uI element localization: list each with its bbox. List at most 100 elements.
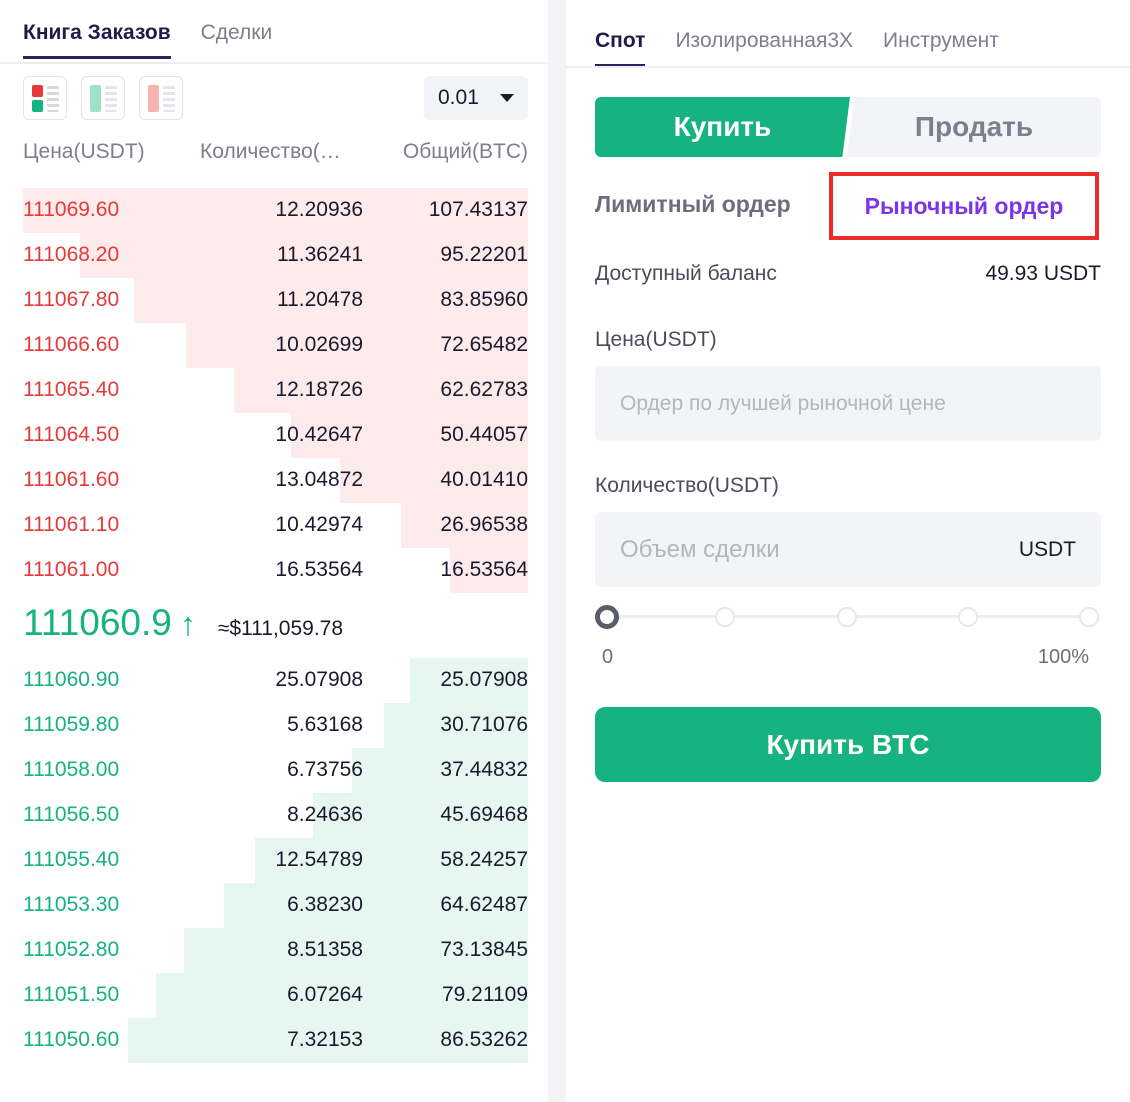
tab-trades[interactable]: Сделки [201,18,273,62]
row-price: 111056.50 [23,803,120,826]
slider-step-75[interactable] [958,607,978,627]
available-balance: Доступный баланс 49.93 USDT [595,262,1101,286]
order-type-selector: Лимитный ордер Рыночный ордер [595,172,1101,240]
row-price: 111055.40 [23,848,120,871]
row-quantity: 12.54789 [275,848,363,871]
order-book-row[interactable]: 111066.60 10.02699 72.65482 [23,323,528,368]
row-total: 16.53564 [440,558,528,581]
order-book-row[interactable]: 111055.40 12.54789 58.24257 [23,838,528,883]
balance-value: 49.93 USDT [985,262,1101,285]
slider-step-25[interactable] [715,607,735,627]
order-book-row[interactable]: 111068.20 11.36241 95.22201 [23,233,528,278]
slider-step-100[interactable] [1079,607,1099,627]
row-total: 95.22201 [440,243,528,266]
trade-mode-tabs: Спот Изолированная3X Инструмент [595,26,999,67]
column-header-total: Общий(BTC) [402,140,528,163]
tab-spot[interactable]: Спот [595,26,646,67]
row-total: 50.44057 [440,423,528,446]
order-book-row[interactable]: 111060.90 25.07908 25.07908 [23,658,528,703]
market-order-tab[interactable]: Рыночный ордер [829,172,1099,240]
order-book-row[interactable]: 111064.50 10.42647 50.44057 [23,413,528,458]
last-price-usd: ≈$111,059.78 [217,617,344,640]
quantity-label: Количество(USDT) [595,474,779,497]
orderbook-asks-icon[interactable] [139,76,183,120]
row-quantity: 6.38230 [287,893,363,916]
row-total: 79.21109 [441,983,528,1006]
row-price: 111059.80 [23,713,120,736]
row-price: 111065.40 [23,378,120,401]
divider [566,66,1130,68]
slider-step-50[interactable] [837,607,857,627]
buy-tab[interactable]: Купить [595,97,850,157]
quantity-input[interactable]: Объем сделки USDT [595,512,1101,587]
row-quantity: 10.42974 [275,513,363,536]
buy-btc-button[interactable]: Купить BTC [595,707,1101,782]
trade-panel: Спот Изолированная3X Инструмент Купить П… [566,0,1130,1102]
buy-sell-switch: Купить Продать [595,97,1101,157]
row-total: 64.62487 [440,893,528,916]
row-total: 58.24257 [440,848,528,871]
order-book-row[interactable]: 111050.60 7.32153 86.53262 [23,1018,528,1063]
row-total: 86.53262 [440,1028,528,1051]
limit-order-tab[interactable]: Лимитный ордер [595,191,791,218]
order-book-tabs: Книга Заказов Сделки [23,18,272,62]
row-total: 62.62783 [440,378,528,401]
order-book-row[interactable]: 111052.80 8.51358 73.13845 [23,928,528,973]
row-price: 111064.50 [23,423,120,446]
slider-handle[interactable] [595,605,619,629]
row-quantity: 6.73756 [287,758,363,781]
row-quantity: 16.53564 [275,558,363,581]
order-book-row[interactable]: 111061.10 10.42974 26.96538 [23,503,528,548]
row-total: 37.44832 [440,758,528,781]
order-book-row[interactable]: 111053.30 6.38230 64.62487 [23,883,528,928]
row-price: 111060.90 [23,668,120,691]
order-book-row[interactable]: 111067.80 11.20478 83.85960 [23,278,528,323]
column-header-price: Цена(USDT) [23,140,145,163]
asks-list: 111069.60 12.20936 107.43137 111068.20 11.36… [23,188,528,593]
order-book-row[interactable]: 111069.60 12.20936 107.43137 [23,188,528,233]
order-book-panel: Книга Заказов Сделки 0.01 Цена(USDT) Кол… [0,0,548,1102]
orderbook-both-icon[interactable] [23,76,67,120]
order-book-row[interactable]: 111061.00 16.53564 16.53564 [23,548,528,593]
row-quantity: 10.02699 [275,333,363,356]
row-total: 83.85960 [440,288,528,311]
row-price: 111068.20 [23,243,120,266]
precision-select[interactable]: 0.01 [424,76,528,120]
order-book-row[interactable]: 111051.50 6.07264 79.21109 [23,973,528,1018]
order-book-row[interactable]: 111059.80 5.63168 30.71076 [23,703,528,748]
quantity-unit: USDT [1018,537,1076,561]
row-price: 111052.80 [23,938,120,961]
order-book-row[interactable]: 111061.60 13.04872 40.01410 [23,458,528,503]
row-price: 111069.60 [23,198,120,221]
arrow-up-icon: ↑ [179,606,196,642]
slider-labels: 0 100% [595,646,1101,672]
row-total: 25.07908 [440,668,528,691]
price-placeholder: Ордер по лучшей рыночной цене [620,391,946,415]
precision-value: 0.01 [438,86,479,109]
sell-tab[interactable]: Продать [847,97,1101,157]
order-book-row[interactable]: 111058.00 6.73756 37.44832 [23,748,528,793]
row-quantity: 6.07264 [287,983,363,1006]
balance-label: Доступный баланс [595,262,777,285]
order-book-view-toggle [23,76,183,120]
row-price: 111061.60 [23,468,120,491]
tab-order-book[interactable]: Книга Заказов [23,18,171,62]
row-total: 73.13845 [440,938,528,961]
tab-isolated-margin[interactable]: Изолированная3X [675,26,853,66]
slider-max-label: 100% [1037,646,1089,668]
row-quantity: 25.07908 [275,668,363,691]
column-header-quantity: Количество(… [200,140,341,163]
row-quantity: 7.32153 [287,1028,363,1051]
quantity-placeholder: Объем сделки [620,535,780,563]
order-book-row[interactable]: 111056.50 8.24636 45.69468 [23,793,528,838]
price-label: Цена(USDT) [595,328,717,351]
row-total: 72.65482 [440,333,528,356]
price-input[interactable]: Ордер по лучшей рыночной цене [595,366,1101,441]
order-book-row[interactable]: 111065.40 12.18726 62.62783 [23,368,528,413]
row-quantity: 12.20936 [275,198,363,221]
orderbook-bids-icon[interactable] [81,76,125,120]
row-quantity: 8.24636 [287,803,363,826]
row-price: 111067.80 [23,288,120,311]
amount-slider[interactable] [595,603,1101,631]
tab-instrument[interactable]: Инструмент [883,26,999,66]
